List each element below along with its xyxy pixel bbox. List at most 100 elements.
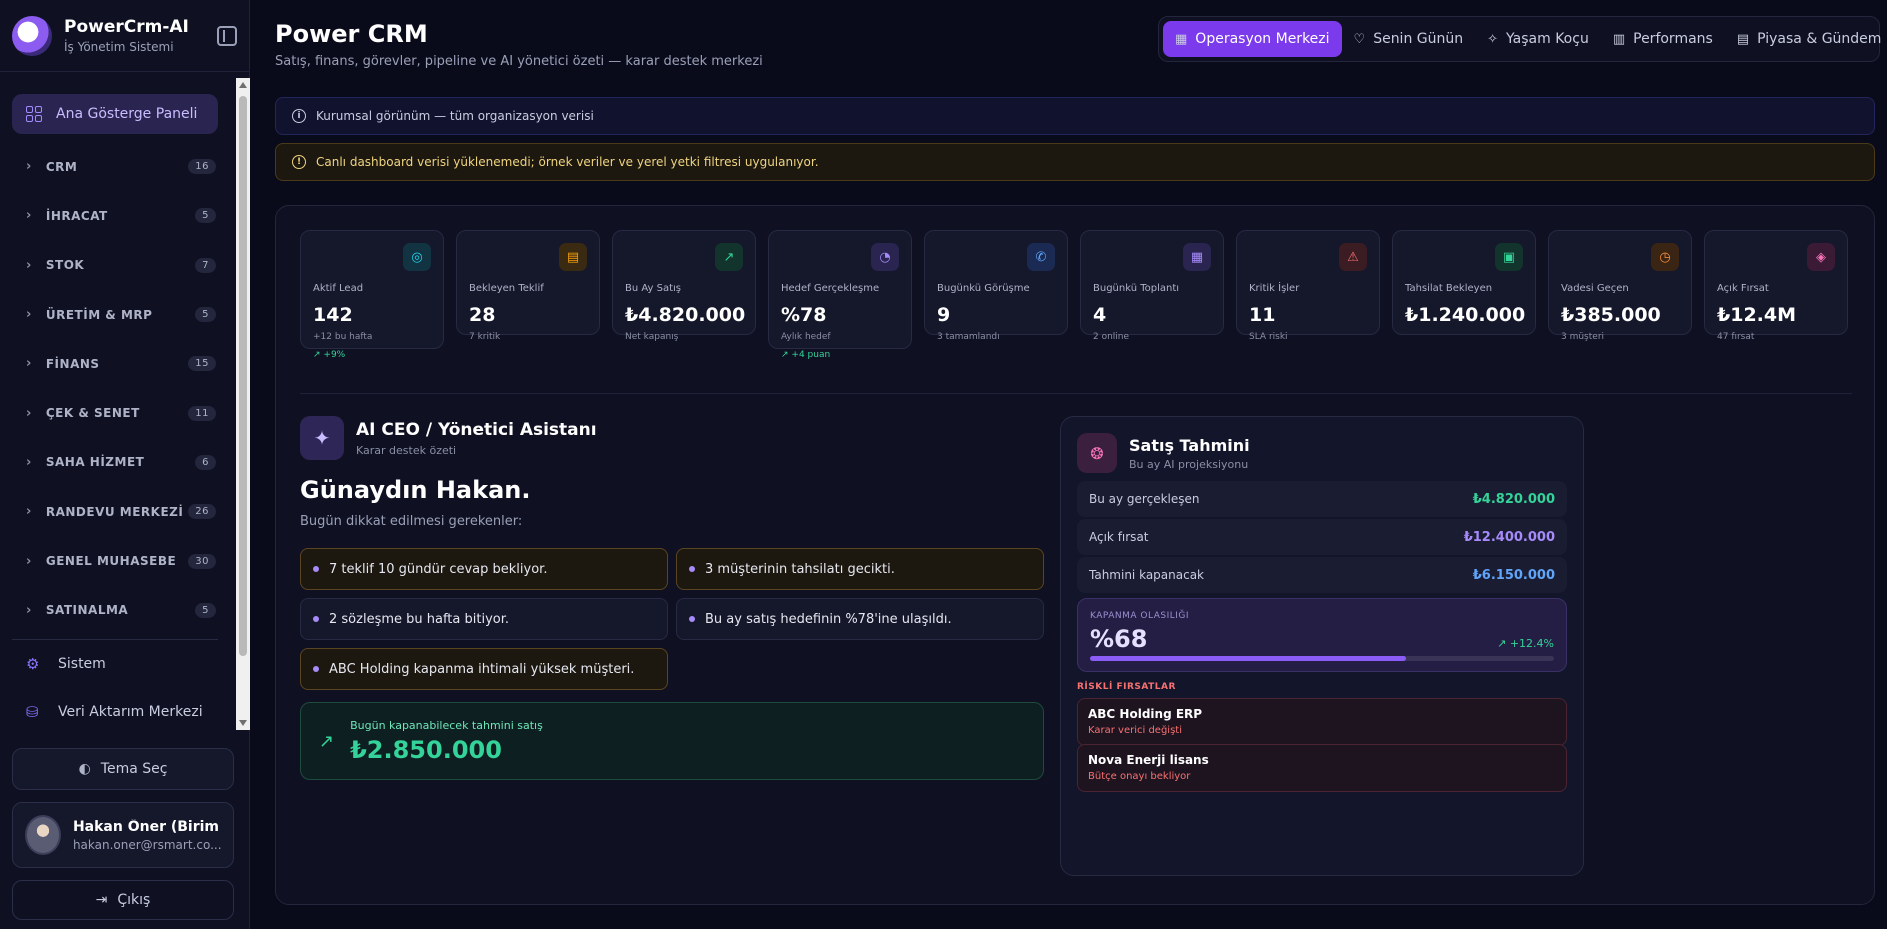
- sidebar-collapse-icon[interactable]: [217, 25, 237, 46]
- user-card[interactable]: Hakan Öner (Birim ... hakan.oner@rsmart.…: [12, 802, 234, 868]
- bullet-dot: [313, 666, 319, 672]
- user-name: Hakan Öner (Birim ...: [72, 818, 221, 835]
- gauge-icon: ◔: [871, 243, 899, 271]
- sidebar-scrollbar[interactable]: [236, 78, 250, 730]
- kpi-card[interactable]: ✆ Bugünkü Görüşme 9 3 tamamlandı: [924, 230, 1068, 342]
- theme-select-button[interactable]: ◐ Tema Seç: [12, 748, 234, 790]
- count-badge: 26: [188, 504, 216, 520]
- attention-item[interactable]: Bu ay satış hedefinin %78'ine ulaşıldı.: [676, 598, 1044, 640]
- attention-item-text: 2 sözleşme bu hafta bitiyor.: [329, 611, 510, 627]
- kpi-label: Vadesi Geçen: [1561, 283, 1629, 294]
- sidebar-item-label: STOK: [45, 258, 85, 273]
- tab-2[interactable]: ✧ Yaşam Koçu: [1475, 21, 1601, 57]
- sales-forecast-subtitle: Bu ay AI projeksiyonu: [1129, 457, 1249, 471]
- attention-item-text: Bu ay satış hedefinin %78'ine ulaşıldı.: [705, 611, 952, 627]
- sidebar-item-system[interactable]: ⚙ Sistem: [0, 640, 236, 688]
- risky-opportunity[interactable]: ABC Holding ERP Karar verici değişti: [1077, 698, 1567, 746]
- count-badge: 15: [188, 356, 216, 372]
- sidebar-item-data-transfer[interactable]: ⛁ Veri Aktarım Merkezi: [0, 688, 236, 730]
- kpi-value: 11: [1249, 304, 1276, 326]
- kpi-value: ₺1.240.000: [1405, 304, 1526, 326]
- sparkle-icon: ✧: [1487, 31, 1499, 47]
- avatar: [25, 815, 61, 855]
- bullet-dot: [313, 616, 319, 622]
- kpi-card[interactable]: ▦ Bugünkü Toplantı 4 2 online: [1080, 230, 1224, 342]
- ai-ceo-header: ✦ AI CEO / Yönetici Asistanı Karar deste…: [300, 416, 597, 460]
- kpi-subtext: 7 kritik: [469, 332, 501, 342]
- sidebar-item-label: İHRACAT: [45, 208, 108, 223]
- attention-item-text: 3 müşterinin tahsilatı gecikti.: [705, 561, 895, 577]
- kpi-subtext: 3 müşteri: [1561, 332, 1605, 342]
- kpi-card[interactable]: ◷ Vadesi Geçen ₺385.000 3 müşteri: [1548, 230, 1692, 342]
- tab-label: Yaşam Koçu: [1506, 31, 1589, 47]
- sidebar-item[interactable]: › STOK 7: [0, 241, 236, 290]
- kpi-value: 4: [1093, 304, 1107, 326]
- probability-bar: [1090, 656, 1554, 661]
- risky-opportunity[interactable]: Nova Enerji lisans Bütçe onayı bekliyor: [1077, 744, 1567, 792]
- tab-3[interactable]: ▥ Performans: [1601, 21, 1725, 57]
- chevron-right-icon: ›: [26, 454, 32, 470]
- chevron-right-icon: ›: [26, 504, 32, 520]
- chevron-right-icon: ›: [26, 602, 32, 618]
- sidebar-item[interactable]: › SATINALMA 5: [0, 586, 236, 635]
- chevron-right-icon: ›: [26, 356, 32, 372]
- count-badge: 5: [195, 602, 216, 618]
- kpi-label: Tahsilat Bekleyen: [1405, 283, 1493, 294]
- attention-item[interactable]: 7 teklif 10 gündür cevap bekliyor.: [300, 548, 668, 590]
- sidebar-item-dashboard[interactable]: Ana Gösterge Paneli: [12, 94, 218, 134]
- tab-4[interactable]: ▤ Piyasa & Gündem: [1725, 21, 1887, 57]
- probability-bar-fill: [1090, 656, 1406, 661]
- kpi-card[interactable]: ↗ Bu Ay Satış ₺4.820.000 Net kapanış: [612, 230, 756, 342]
- grid-icon: ▦: [1175, 31, 1188, 47]
- sales-forecast-title: Satış Tahmini: [1129, 435, 1250, 455]
- count-badge: 11: [188, 405, 216, 421]
- forecast-row-label: Bu ay gerçekleşen: [1089, 492, 1200, 506]
- forecast-row-label: Açık fırsat: [1089, 530, 1149, 544]
- tab-0[interactable]: ▦ Operasyon Merkezi: [1163, 21, 1342, 57]
- sidebar-item[interactable]: › İHRACAT 5: [0, 191, 236, 240]
- sidebar-item[interactable]: › CRM 16: [0, 142, 236, 191]
- probability-trend: ↗ +12.4%: [1497, 637, 1554, 650]
- bullet-dot: [313, 566, 319, 572]
- attention-item[interactable]: 3 müşterinin tahsilatı gecikti.: [676, 548, 1044, 590]
- scrollbar-thumb[interactable]: [239, 96, 247, 656]
- kpi-card[interactable]: ◈ Açık Fırsat ₺12.4M 47 fırsat: [1704, 230, 1848, 342]
- sidebar-item[interactable]: › RANDEVU MERKEZİ 26: [0, 487, 236, 536]
- kpi-subtext: 2 online: [1093, 332, 1130, 342]
- kpi-subtext: 47 fırsat: [1717, 332, 1755, 342]
- bullet-dot: [689, 616, 695, 622]
- scroll-down-icon[interactable]: [239, 720, 247, 726]
- logout-button[interactable]: ⇥ Çıkış: [12, 880, 234, 920]
- sidebar-item-label: ÜRETİM & MRP: [45, 307, 153, 322]
- scroll-up-icon[interactable]: [239, 82, 247, 88]
- kpi-card[interactable]: ◎ Aktif Lead 142 +12 bu hafta ↗ +9%: [300, 230, 444, 360]
- probability-value: %68: [1090, 625, 1148, 653]
- greeting: Günaydın Hakan.: [300, 476, 531, 504]
- forecast-row: Tahmini kapanacak ₺6.150.000: [1077, 557, 1567, 593]
- forecast-row-value: ₺6.150.000: [1472, 567, 1555, 583]
- kpi-card[interactable]: ⚠ Kritik İşler 11 SLA riski: [1236, 230, 1380, 342]
- kpi-row: ◎ Aktif Lead 142 +12 bu hafta ↗ +9% ▤ Bekleyen…: [300, 230, 1848, 360]
- kpi-trend: ↗ +9%: [313, 350, 431, 360]
- sidebar-item[interactable]: › GENEL MUHASEBE 30: [0, 536, 236, 585]
- sidebar-item[interactable]: › FİNANS 15: [0, 339, 236, 388]
- sidebar-item[interactable]: › SAHA HİZMET 6: [0, 438, 236, 487]
- tab-label: Piyasa & Gündem: [1757, 31, 1882, 47]
- attention-item[interactable]: 2 sözleşme bu hafta bitiyor.: [300, 598, 668, 640]
- kpi-subtext: Net kapanış: [625, 332, 679, 342]
- tab-1[interactable]: ♡ Senin Günün: [1342, 21, 1476, 57]
- kpi-card[interactable]: ◔ Hedef Gerçekleşme %78 Aylık hedef ↗ +4 pua…: [768, 230, 912, 360]
- sidebar-item[interactable]: › ÜRETİM & MRP 5: [0, 290, 236, 339]
- sidebar-item-label: Ana Gösterge Paneli: [56, 106, 198, 122]
- attention-list: 7 teklif 10 gündür cevap bekliyor. 3 müşt…: [300, 548, 1044, 690]
- kpi-subtext: 3 tamamlandı: [937, 332, 1000, 342]
- tab-label: Performans: [1633, 31, 1713, 47]
- today-forecast-value: ₺2.850.000: [350, 735, 502, 764]
- kpi-value: 9: [937, 304, 951, 326]
- attention-item[interactable]: ABC Holding kapanma ihtimali yüksek müşt…: [300, 648, 668, 690]
- sparkle-icon: ✦: [300, 416, 344, 460]
- sidebar-item[interactable]: › ÇEK & SENET 11: [0, 388, 236, 437]
- kpi-card[interactable]: ▣ Tahsilat Bekleyen ₺1.240.000: [1392, 230, 1536, 335]
- kpi-card[interactable]: ▤ Bekleyen Teklif 28 7 kritik: [456, 230, 600, 342]
- count-badge: 6: [195, 454, 216, 470]
